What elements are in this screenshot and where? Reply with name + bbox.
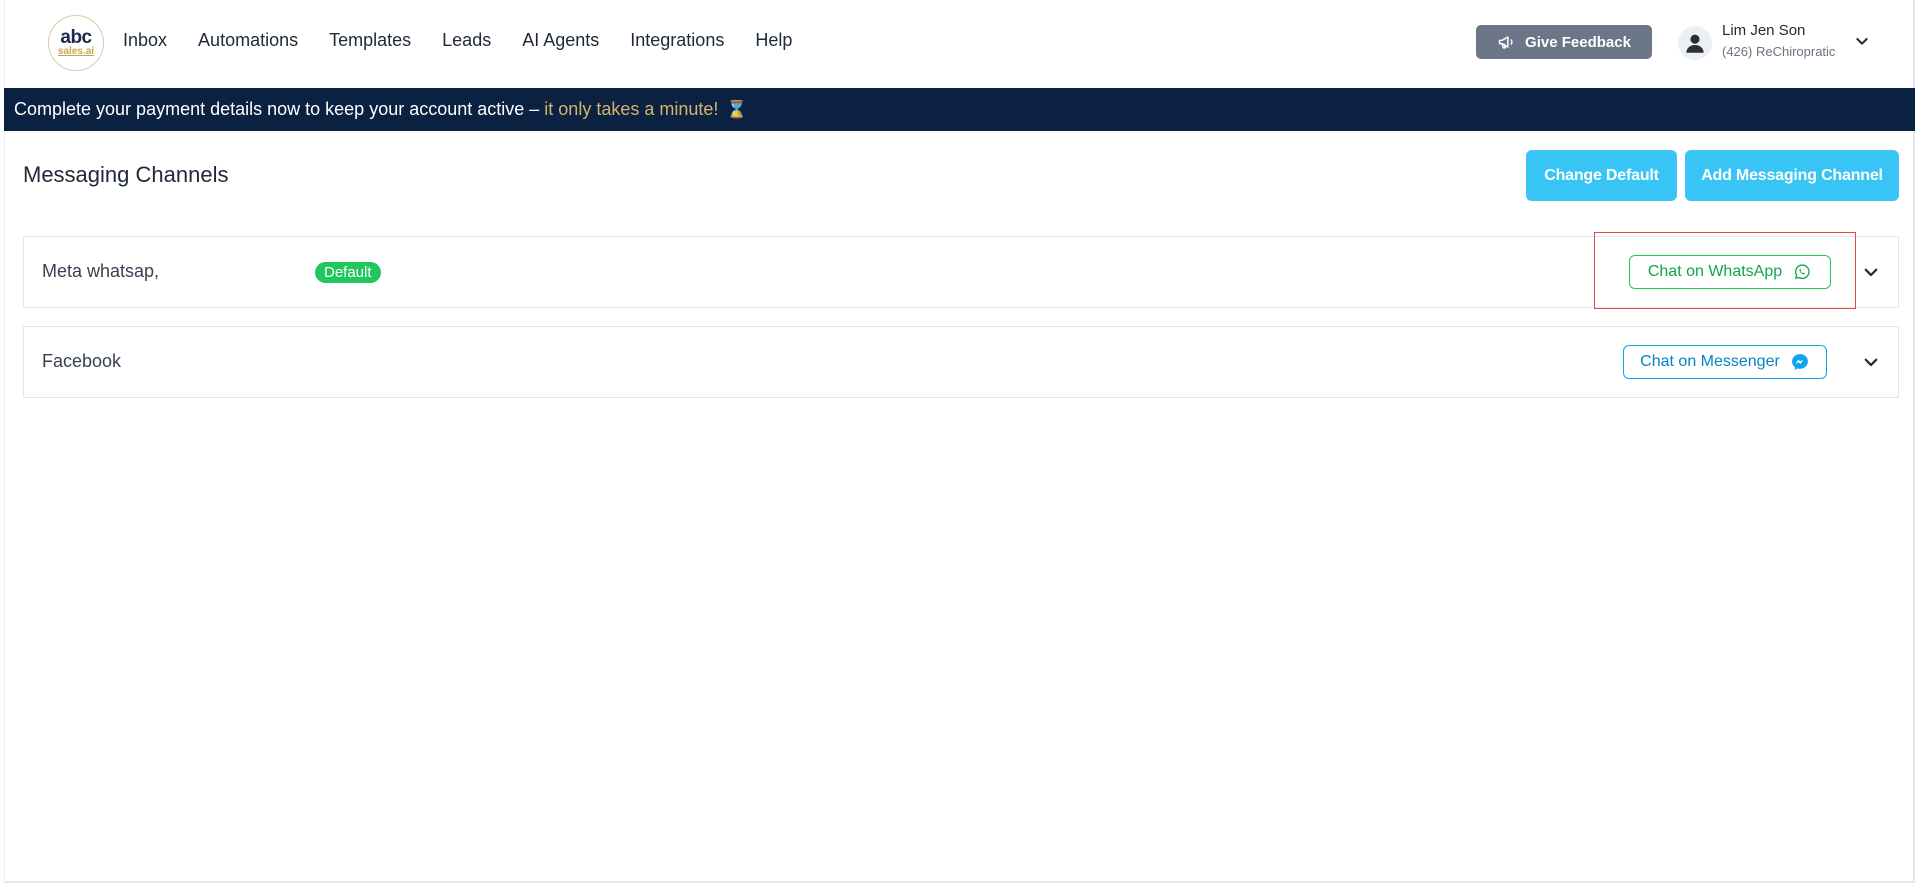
page-frame (4, 0, 1915, 883)
nav-item-help[interactable]: Help (755, 30, 792, 51)
payment-banner: Complete your payment details now to kee… (4, 88, 1915, 131)
chat-on-messenger-label: Chat on Messenger (1640, 353, 1780, 370)
give-feedback-label: Give Feedback (1525, 33, 1631, 51)
channel-name: Facebook (42, 351, 122, 371)
add-messaging-channel-button[interactable]: Add Messaging Channel (1685, 150, 1899, 201)
hourglass-icon: ⌛ (726, 99, 748, 119)
channel-row-whatsapp[interactable]: Meta whatsap, Default Chat on WhatsApp (23, 236, 1899, 308)
user-company: (426) ReChiropratic (1722, 44, 1836, 59)
messenger-icon (1791, 354, 1808, 370)
give-feedback-button[interactable]: Give Feedback (1476, 25, 1652, 59)
logo-main-text: abc (60, 27, 92, 48)
nav-item-ai-agents[interactable]: AI Agents (522, 30, 599, 51)
nav-item-integrations[interactable]: Integrations (630, 30, 724, 51)
banner-highlight-text[interactable]: it only takes a minute! (544, 99, 718, 120)
main-nav: Inbox Automations Templates Leads AI Age… (123, 30, 823, 51)
chevron-down-icon[interactable] (1862, 353, 1880, 371)
nav-item-automations[interactable]: Automations (198, 30, 298, 51)
chat-on-whatsapp-button[interactable]: Chat on WhatsApp (1629, 255, 1831, 289)
channel-row-facebook[interactable]: Facebook Chat on Messenger (23, 326, 1899, 398)
megaphone-icon (1498, 36, 1513, 49)
channel-name: Meta whatsap, (42, 261, 160, 281)
chevron-down-icon[interactable] (1862, 263, 1880, 281)
user-icon (1686, 34, 1704, 53)
nav-item-templates[interactable]: Templates (329, 30, 411, 51)
whatsapp-icon (1795, 264, 1810, 280)
chevron-down-icon[interactable] (1854, 33, 1870, 49)
chat-on-messenger-button[interactable]: Chat on Messenger (1623, 345, 1827, 379)
chat-on-whatsapp-label: Chat on WhatsApp (1647, 263, 1783, 280)
nav-item-inbox[interactable]: Inbox (123, 30, 167, 51)
avatar[interactable] (1678, 26, 1712, 60)
page-title: Messaging Channels (23, 162, 229, 187)
app-logo[interactable]: abc sales.ai (48, 15, 104, 71)
banner-text: Complete your payment details now to kee… (14, 99, 540, 119)
nav-item-leads[interactable]: Leads (442, 30, 491, 51)
top-header: abc sales.ai Inbox Automations Templates… (4, 0, 1915, 88)
default-badge: Default (315, 262, 381, 283)
user-name: Lim Jen Son (1722, 22, 1806, 39)
change-default-button[interactable]: Change Default (1526, 150, 1677, 201)
logo-sub-text: sales.ai (57, 46, 95, 57)
